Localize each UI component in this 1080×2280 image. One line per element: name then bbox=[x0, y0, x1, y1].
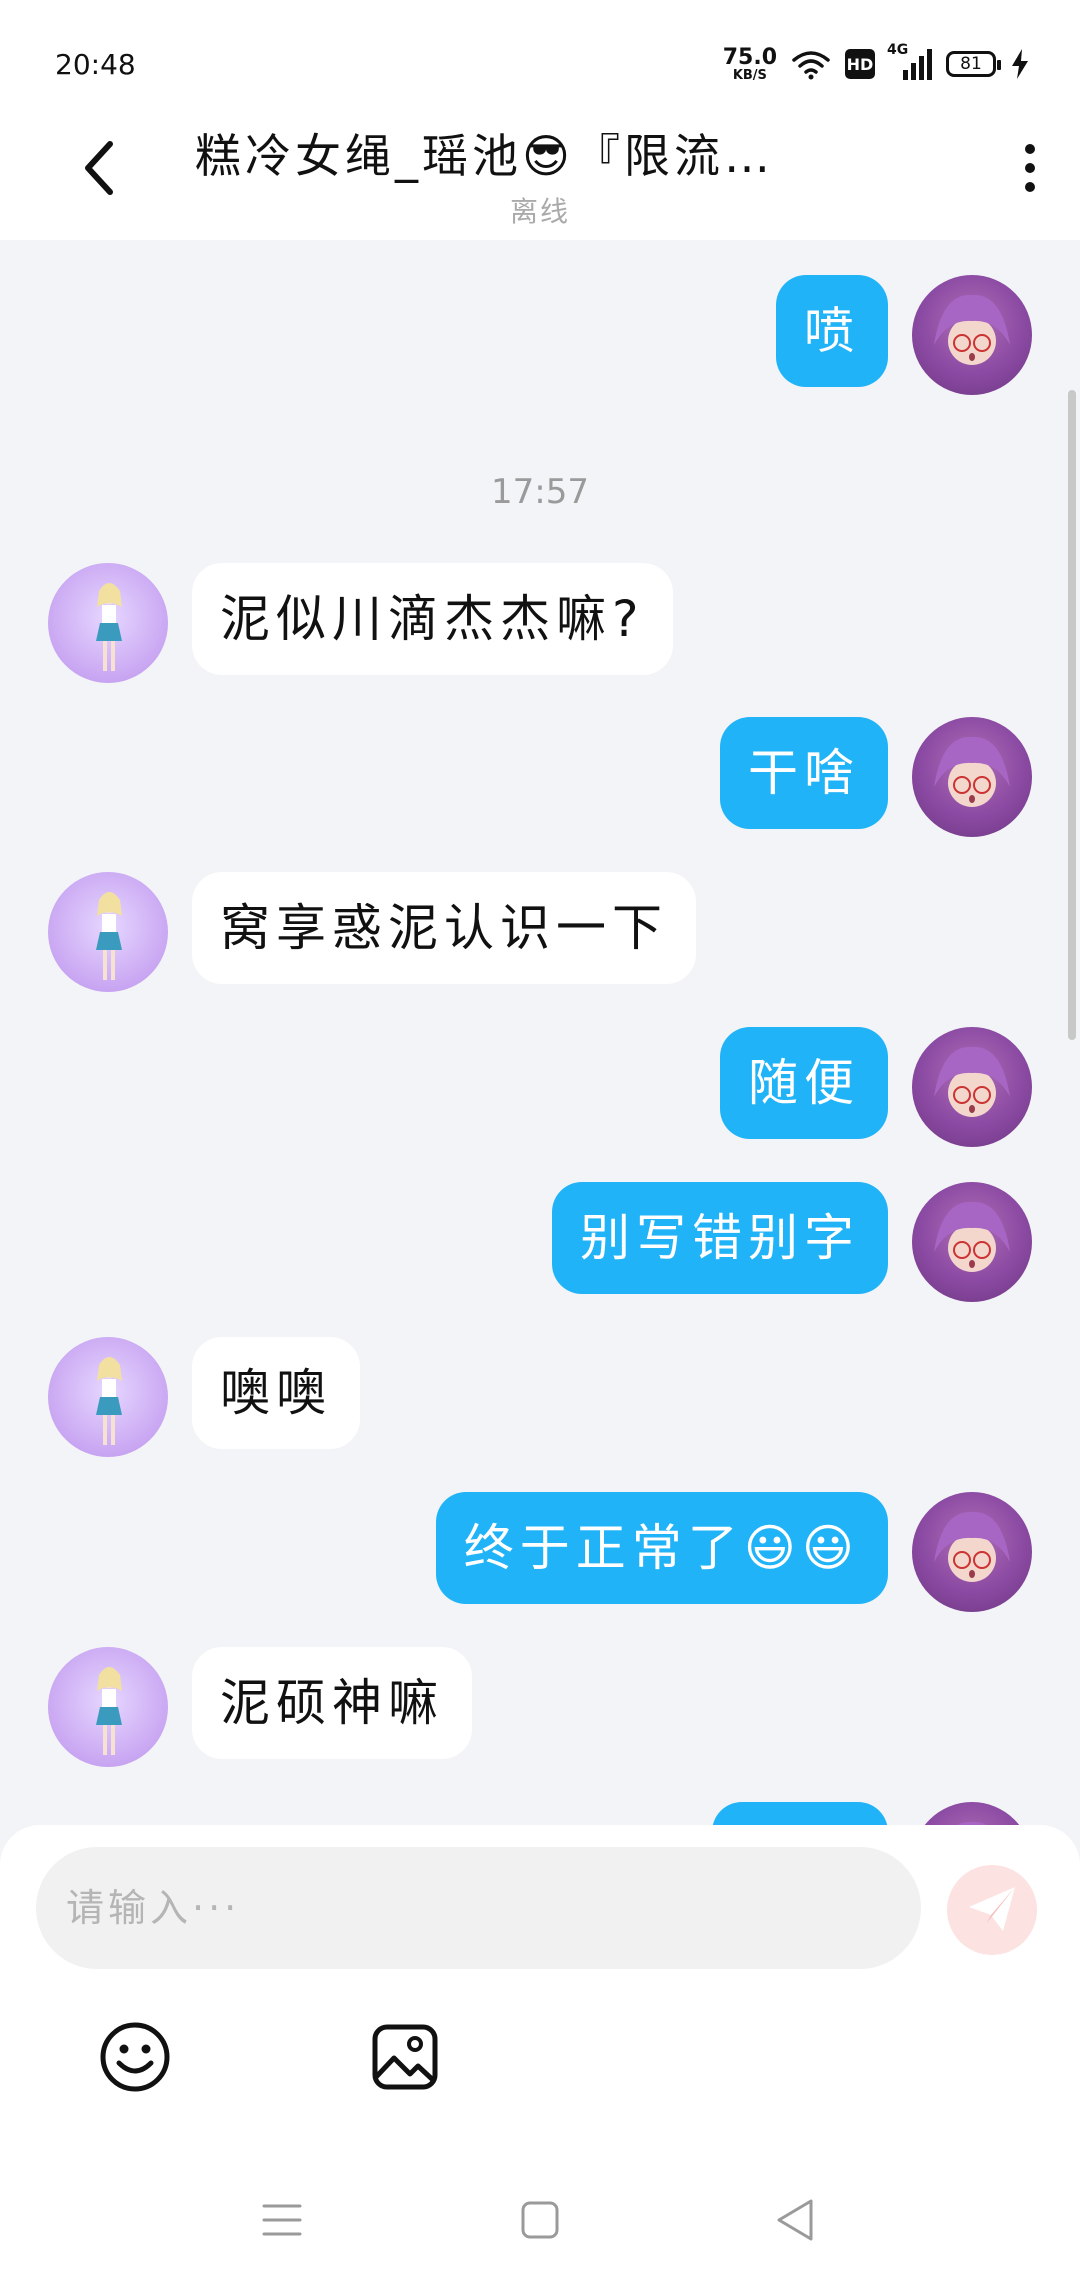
battery-indicator: 81 bbox=[946, 51, 1001, 77]
network-speed-value: 75.0 bbox=[722, 44, 777, 70]
nav-home-icon bbox=[521, 2201, 559, 2239]
emoji-button[interactable] bbox=[95, 2017, 175, 2097]
more-options-button[interactable] bbox=[1010, 138, 1050, 198]
my-message-bubble[interactable]: 喷 bbox=[776, 275, 888, 387]
my-avatar[interactable] bbox=[912, 717, 1032, 837]
status-icons: 75.0 KB/S HD 4G 81 bbox=[722, 42, 1030, 84]
my-avatar[interactable] bbox=[912, 275, 1032, 395]
message-timestamp: 17:57 bbox=[491, 472, 589, 512]
message-list[interactable]: 喷 17:57 泥似川滴杰杰嘛? 干啥 窝享惑泥认识一下 随便 别写错别字 噢噢… bbox=[0, 240, 1080, 1825]
my-message-bubble[interactable]: 终于正常了😃😃 bbox=[435, 1492, 888, 1604]
nav-back-button[interactable] bbox=[765, 2190, 825, 2250]
message-list-scrollbar[interactable] bbox=[1068, 390, 1076, 1040]
my-avatar[interactable] bbox=[912, 1802, 1032, 1825]
message-input[interactable] bbox=[36, 1847, 921, 1969]
contact-avatar[interactable] bbox=[48, 872, 168, 992]
cellular-signal: 4G bbox=[887, 42, 932, 80]
nav-home-button[interactable] bbox=[510, 2190, 570, 2250]
network-speed-unit: KB/S bbox=[732, 67, 767, 83]
nav-menu-icon bbox=[262, 2204, 302, 2236]
more-vertical-icon bbox=[1025, 144, 1035, 154]
chat-title: 糕冷女绳_瑶池😎『限流… bbox=[195, 129, 774, 183]
my-avatar[interactable] bbox=[912, 1027, 1032, 1147]
my-avatar[interactable] bbox=[912, 1492, 1032, 1612]
my-message-bubble-partial[interactable] bbox=[712, 1802, 888, 1825]
my-avatar[interactable] bbox=[912, 1182, 1032, 1302]
emoji-smiley-icon bbox=[100, 2022, 170, 2092]
battery-level: 81 bbox=[960, 54, 982, 74]
contact-message-bubble[interactable]: 泥似川滴杰杰嘛? bbox=[192, 563, 673, 675]
back-arrow-icon bbox=[85, 141, 113, 195]
status-bar: 20:48 75.0 KB/S HD 4G 81 bbox=[0, 0, 1080, 110]
my-message-bubble[interactable]: 别写错别字 bbox=[552, 1182, 888, 1294]
send-paper-plane-icon bbox=[969, 1887, 1015, 1931]
wifi-icon bbox=[792, 51, 830, 80]
send-button[interactable] bbox=[947, 1865, 1037, 1955]
back-button[interactable] bbox=[70, 138, 130, 198]
charging-icon bbox=[1012, 49, 1028, 79]
contact-message-bubble[interactable]: 窝享惑泥认识一下 bbox=[192, 872, 696, 984]
contact-avatar[interactable] bbox=[48, 1647, 168, 1767]
contact-message-bubble[interactable]: 泥硕神嘛 bbox=[192, 1647, 472, 1759]
contact-avatar[interactable] bbox=[48, 1337, 168, 1457]
status-time: 20:48 bbox=[55, 48, 136, 81]
contact-avatar[interactable] bbox=[48, 563, 168, 683]
system-navigation-bar bbox=[0, 2160, 1080, 2280]
my-message-bubble[interactable]: 干啥 bbox=[720, 717, 888, 829]
image-button[interactable] bbox=[365, 2017, 445, 2097]
hd-badge: HD bbox=[845, 49, 875, 79]
nav-back-icon bbox=[777, 2199, 813, 2241]
chat-header: 糕冷女绳_瑶池😎『限流… 离线 bbox=[0, 110, 1080, 240]
nav-menu-button[interactable] bbox=[252, 2190, 312, 2250]
contact-message-bubble[interactable]: 噢噢 bbox=[192, 1337, 360, 1449]
image-picker-icon bbox=[372, 2024, 438, 2090]
contact-status: 离线 bbox=[509, 195, 570, 228]
network-speed: 75.0 KB/S bbox=[722, 44, 777, 83]
my-message-bubble[interactable]: 随便 bbox=[720, 1027, 888, 1139]
network-type: 4G bbox=[887, 42, 909, 58]
